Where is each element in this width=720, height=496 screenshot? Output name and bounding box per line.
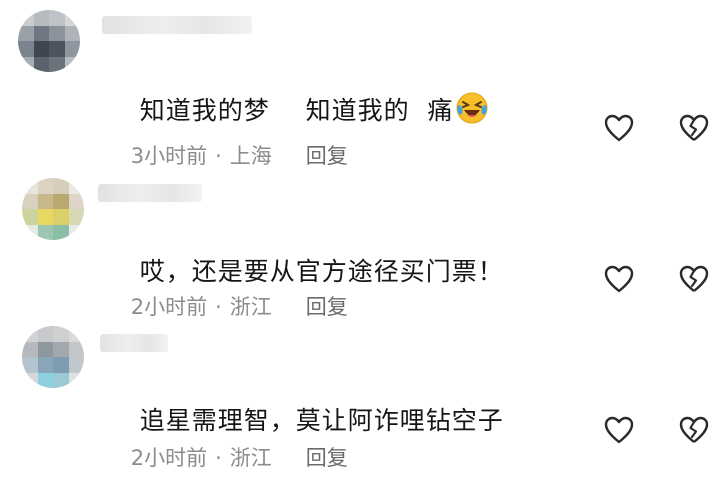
comment-location: 浙江 [229, 446, 272, 470]
username[interactable] [100, 334, 168, 352]
comment-meta: 2小时前 · 浙江 回复 [104, 418, 348, 496]
reply-button[interactable]: 回复 [306, 446, 348, 470]
heart-outline-icon[interactable] [603, 415, 635, 445]
meta-separator: · [215, 446, 222, 470]
comment-time: 2小时前 [130, 446, 208, 470]
avatar[interactable] [22, 326, 84, 388]
comment-item: 追星需理智，莫让阿诈哩钻空子 2小时前 · 浙江 回复 [0, 0, 720, 470]
broken-heart-icon[interactable] [678, 415, 710, 445]
